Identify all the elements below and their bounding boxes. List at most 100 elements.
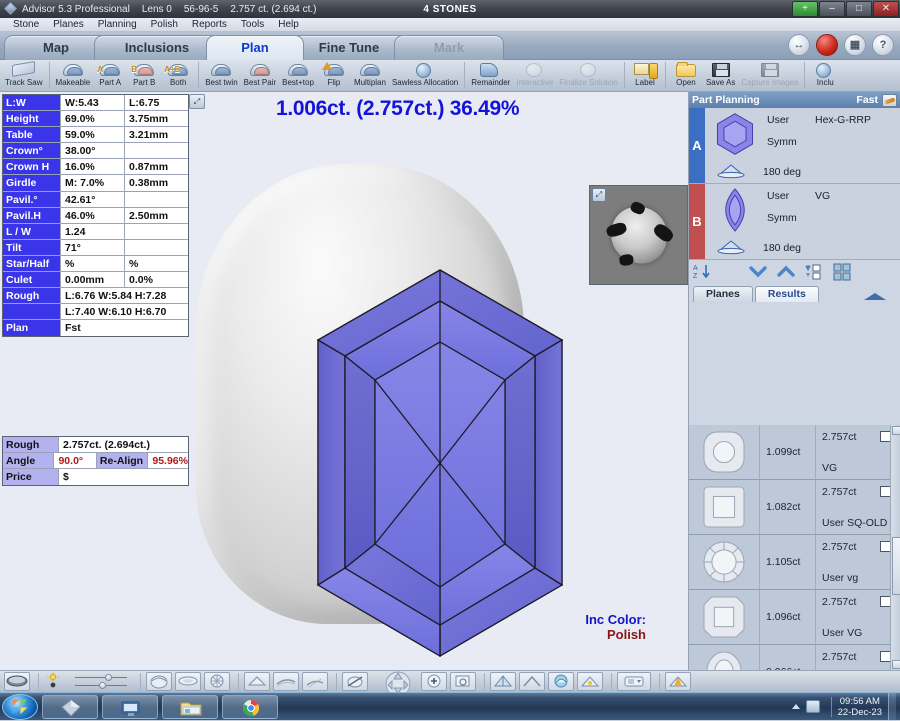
stone-viewport[interactable]: 1.006ct. (2.757ct.) 36.49% L:W W:5.43 L:6.… xyxy=(0,92,688,670)
ribbon-open[interactable]: Open xyxy=(669,60,703,91)
stone-photo-thumbnail[interactable]: ⤢ xyxy=(589,185,688,285)
menu-planning[interactable]: Planning xyxy=(91,18,144,31)
realign-label[interactable]: Re-Align xyxy=(96,453,149,469)
tab-map[interactable]: Map xyxy=(4,35,108,60)
param-value-2[interactable]: L:6.75 xyxy=(125,95,188,111)
tab-inclusions[interactable]: Inclusions xyxy=(94,35,220,60)
tilt-view-icon[interactable] xyxy=(273,672,299,691)
taskbar-diamond-app[interactable] xyxy=(42,694,98,719)
param-value-1[interactable]: 16.0% xyxy=(61,159,125,175)
chevron-down-icon[interactable] xyxy=(749,263,767,281)
record-button[interactable] xyxy=(816,34,838,56)
param-value-2[interactable]: 2.50mm xyxy=(125,207,188,223)
ribbon-track-saw[interactable]: Track Saw xyxy=(2,60,46,91)
param-value-2[interactable]: 0.0% xyxy=(125,272,188,288)
result-row[interactable]: 1.096ct 2.757ct User VG xyxy=(689,590,900,645)
menu-tools[interactable]: Tools xyxy=(234,18,271,31)
result-row[interactable]: 1.082ct 2.757ct User SQ-OLD xyxy=(689,480,900,535)
result-row[interactable]: 1.105ct 2.757ct User vg xyxy=(689,535,900,590)
param-value-1[interactable]: M: 7.0% xyxy=(61,175,125,191)
param-value-1[interactable]: 59.0% xyxy=(61,127,125,143)
menu-help[interactable]: Help xyxy=(271,18,306,31)
ribbon-label[interactable]: Label xyxy=(628,60,662,91)
menu-stone[interactable]: Stone xyxy=(6,18,46,31)
part-planning-row-b[interactable]: B User VG Symm 180 deg xyxy=(689,184,900,260)
param-value-1[interactable]: 38.00° xyxy=(61,143,125,159)
ribbon-part-a[interactable]: A Part A xyxy=(93,60,127,91)
ribbon-best-top[interactable]: Best+top xyxy=(279,60,317,91)
param-value-2[interactable] xyxy=(125,239,188,255)
slice-view-icon[interactable] xyxy=(302,672,328,691)
scroll-down-button[interactable] xyxy=(892,660,900,669)
ribbon-makeable[interactable]: Makeable xyxy=(53,60,94,91)
result-row[interactable]: 0.966ct2.757ctUser VG-1 xyxy=(689,645,900,670)
results-list[interactable]: 1.099ct 2.757ct VG 1.082ct 2.757ct User SQ-OL… xyxy=(689,425,900,670)
network-icon[interactable] xyxy=(805,700,820,713)
param-value-2[interactable]: 0.87mm xyxy=(125,159,188,175)
part-planning-row-a[interactable]: A User Hex-G-RRP Symm 180 deg xyxy=(689,108,900,184)
cut-preview-icon[interactable] xyxy=(244,672,270,691)
results-scrollbar[interactable] xyxy=(890,425,900,670)
facet-shade-icon[interactable] xyxy=(490,672,516,691)
menu-reports[interactable]: Reports xyxy=(185,18,234,31)
param-value-1[interactable]: % xyxy=(61,255,125,272)
fast-mode-icon[interactable] xyxy=(882,93,897,107)
zoom-region-icon[interactable] xyxy=(450,672,476,691)
sort-az-icon[interactable]: AZ xyxy=(693,263,711,281)
ribbon-inclu[interactable]: Inclu xyxy=(808,60,842,91)
taskbar-display-app[interactable] xyxy=(102,694,158,719)
ribbon-flip[interactable]: Flip xyxy=(317,60,351,91)
ribbon-part-b[interactable]: B Part B xyxy=(127,60,161,91)
tab-plan[interactable]: Plan xyxy=(206,35,304,60)
param-value-2[interactable]: 0.38mm xyxy=(125,175,188,191)
maximize-button[interactable]: □ xyxy=(846,1,872,17)
result-row[interactable]: 1.099ct 2.757ct VG xyxy=(689,425,900,480)
ribbon-best-twin[interactable]: Best twin xyxy=(202,60,240,91)
pan-arrows-icon[interactable]: ↔ xyxy=(788,34,810,56)
panel-collapse-icon[interactable] xyxy=(864,293,886,300)
param-value-1[interactable]: 42.61° xyxy=(61,191,125,207)
stone-view-2-icon[interactable] xyxy=(175,672,201,691)
param-value-2[interactable] xyxy=(125,191,188,207)
wireframe-icon[interactable] xyxy=(519,672,545,691)
ribbon-remainder[interactable]: Remainder xyxy=(468,60,513,91)
brightness-slider[interactable] xyxy=(73,672,131,691)
scrollbar-thumb[interactable] xyxy=(892,537,900,595)
param-value-2[interactable] xyxy=(125,143,188,159)
show-desktop-button[interactable] xyxy=(888,692,896,721)
tab-results[interactable]: Results xyxy=(754,286,819,302)
orientation-navigator[interactable] xyxy=(375,671,417,692)
tab-fine-tune[interactable]: Fine Tune xyxy=(290,35,408,60)
scroll-up-button[interactable] xyxy=(892,426,900,435)
param-value-1[interactable]: 69.0% xyxy=(61,111,125,127)
param-value-1[interactable]: 71° xyxy=(61,239,125,255)
measure-icon[interactable] xyxy=(342,672,368,691)
view-mode-icon[interactable] xyxy=(4,672,30,691)
param-value-1[interactable]: 0.00mm xyxy=(61,272,125,288)
param-value-2[interactable] xyxy=(125,223,188,239)
minimize-button[interactable]: – xyxy=(819,1,845,17)
taskbar-chrome-app[interactable] xyxy=(222,694,278,719)
tab-planes[interactable]: Planes xyxy=(693,286,753,302)
param-value-1[interactable]: W:5.43 xyxy=(61,95,125,111)
ribbon-best-pair[interactable]: Best Pair xyxy=(241,60,279,91)
menu-polish[interactable]: Polish xyxy=(144,18,185,31)
select-grid-icon[interactable] xyxy=(833,263,851,281)
close-button[interactable]: ✕ xyxy=(873,1,899,17)
param-value-2[interactable]: % xyxy=(125,255,188,272)
stone-view-3-icon[interactable] xyxy=(204,672,230,691)
taskbar-explorer-app[interactable] xyxy=(162,694,218,719)
ribbon-both[interactable]: A+B Both xyxy=(161,60,195,91)
menu-planes[interactable]: Planes xyxy=(46,18,91,31)
ribbon-save-as[interactable]: Save As xyxy=(703,60,738,91)
chevron-up-icon[interactable] xyxy=(777,263,795,281)
clock[interactable]: 09:56 AM 22-Dec-23 xyxy=(838,696,882,718)
select-checks-icon[interactable] xyxy=(805,263,823,281)
param-value-2[interactable]: 3.21mm xyxy=(125,127,188,143)
param-value-1[interactable]: 46.0% xyxy=(61,207,125,223)
photo-expand-button[interactable]: ⤢ xyxy=(592,188,606,202)
highlight-facet-icon[interactable] xyxy=(665,672,691,691)
grid-icon[interactable]: ▦ xyxy=(844,34,866,56)
params-expand-button[interactable]: ⤢ xyxy=(189,94,205,109)
ribbon-multiplan[interactable]: Multiplan xyxy=(351,60,389,91)
